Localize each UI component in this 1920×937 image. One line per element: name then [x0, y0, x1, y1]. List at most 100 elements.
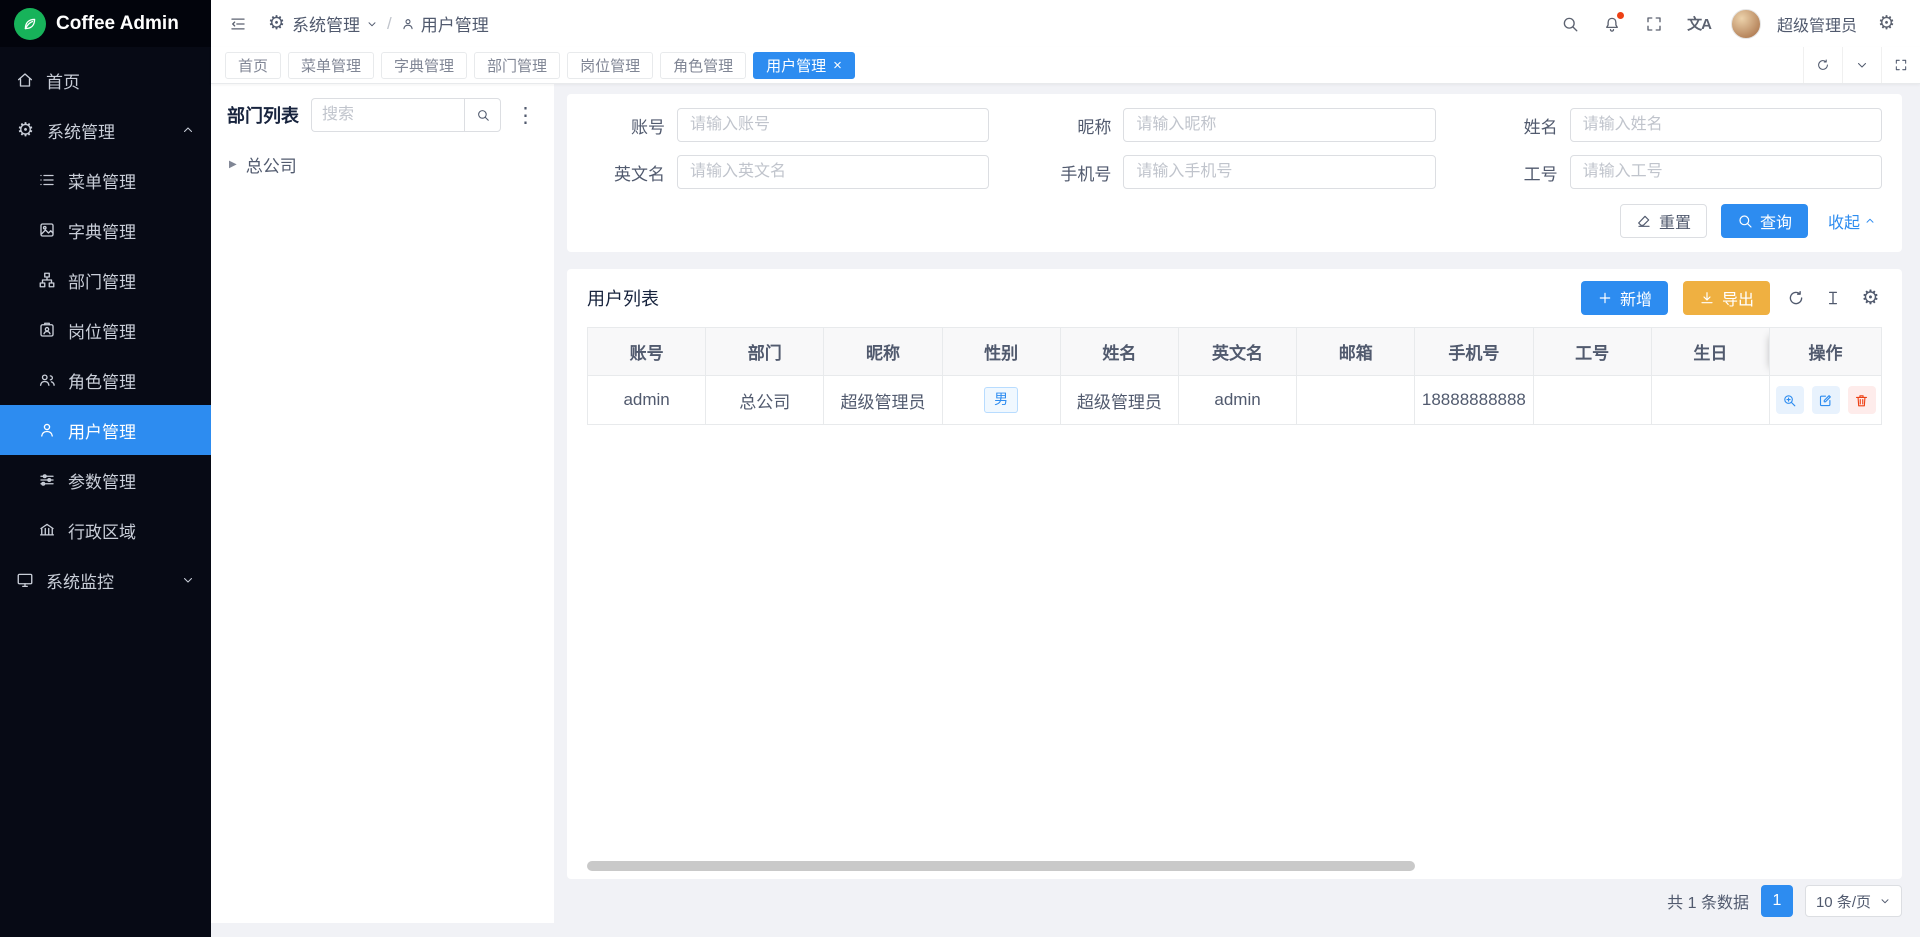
- sidebar-item-role-mgmt[interactable]: 角色管理: [0, 355, 211, 405]
- tab-menu-mgmt[interactable]: 菜单管理: [288, 52, 374, 79]
- plus-icon: [1597, 290, 1613, 306]
- page-button-1[interactable]: 1: [1761, 885, 1793, 917]
- app-window: Coffee Admin 首页 ⚙ 系统管理 菜单管理 字典管理 部: [0, 0, 1920, 937]
- sidebar-item-menu-mgmt[interactable]: 菜单管理: [0, 155, 211, 205]
- gear-icon: ⚙: [1877, 14, 1896, 33]
- add-user-button[interactable]: 新增: [1581, 281, 1668, 315]
- row-actions: [1771, 386, 1880, 414]
- sidebar-item-label: 岗位管理: [68, 318, 136, 343]
- sidebar-group-label: 系统管理: [47, 118, 115, 143]
- view-user-button[interactable]: [1776, 386, 1804, 414]
- sidebar-item-param-mgmt[interactable]: 参数管理: [0, 455, 211, 505]
- sidebar: Coffee Admin 首页 ⚙ 系统管理 菜单管理 字典管理 部: [0, 0, 211, 937]
- home-icon: [16, 71, 34, 89]
- notification-button[interactable]: [1599, 11, 1625, 37]
- sidebar-item-dept-mgmt[interactable]: 部门管理: [0, 255, 211, 305]
- export-label: 导出: [1722, 286, 1754, 310]
- name-input[interactable]: [1570, 108, 1882, 142]
- header-actions: 操作: [1770, 328, 1882, 376]
- reset-eraser-icon: [1636, 213, 1652, 229]
- reset-button[interactable]: 重置: [1620, 204, 1707, 238]
- expand-icon: [1894, 58, 1908, 72]
- cell-account: admin: [588, 376, 706, 425]
- nickname-input[interactable]: [1123, 108, 1435, 142]
- table-horizontal-scrollbar[interactable]: [587, 861, 1415, 871]
- tab-close-icon[interactable]: ×: [833, 58, 842, 73]
- work-area: 账号 昵称 姓名 英文名: [554, 84, 1920, 923]
- sidebar-group-label: 系统监控: [46, 568, 114, 593]
- gear-icon: ⚙: [1861, 288, 1880, 308]
- table-refresh-button[interactable]: [1785, 287, 1807, 309]
- sidebar-item-home[interactable]: 首页: [0, 55, 211, 105]
- sidebar-item-dict-mgmt[interactable]: 字典管理: [0, 205, 211, 255]
- role-users-icon: [38, 371, 56, 389]
- tabs-dropdown-button[interactable]: [1842, 47, 1881, 83]
- table-settings-button[interactable]: ⚙: [1859, 286, 1882, 310]
- sidebar-group-monitor[interactable]: 系统监控: [0, 555, 211, 605]
- tab-user-mgmt[interactable]: 用户管理 ×: [753, 52, 855, 79]
- sidebar-item-region[interactable]: 行政区域: [0, 505, 211, 555]
- sidebar-item-user-mgmt[interactable]: 用户管理: [0, 405, 211, 455]
- gear-icon: ⚙: [16, 121, 35, 140]
- dept-search-input[interactable]: [311, 98, 464, 132]
- cell-birthday: [1651, 376, 1769, 425]
- cell-gender: 男: [942, 376, 1060, 425]
- content-fullscreen-button[interactable]: [1881, 47, 1920, 83]
- name-label: 姓名: [1480, 113, 1558, 138]
- account-input[interactable]: [677, 108, 989, 142]
- main-area: ⚙ 系统管理 / 用户管理: [211, 0, 1920, 937]
- notification-dot: [1617, 12, 1624, 19]
- tab-label: 部门管理: [487, 55, 547, 76]
- department-panel: 部门列表 ⋮ ▶ 总公司: [211, 84, 554, 923]
- cell-department: 总公司: [706, 376, 824, 425]
- delete-user-button[interactable]: [1848, 386, 1876, 414]
- tab-dept-mgmt[interactable]: 部门管理: [474, 52, 560, 79]
- tab-post-mgmt[interactable]: 岗位管理: [567, 52, 653, 79]
- sidebar-item-label: 用户管理: [68, 418, 136, 443]
- chevron-up-icon: [1864, 215, 1876, 227]
- user-table-card: 用户列表 新增 导出: [567, 269, 1902, 879]
- tab-role-mgmt[interactable]: 角色管理: [660, 52, 746, 79]
- parameter-sliders-icon: [38, 471, 56, 489]
- fullscreen-button[interactable]: [1641, 11, 1667, 37]
- avatar[interactable]: [1731, 9, 1761, 39]
- chevron-down-icon: [366, 18, 378, 30]
- tab-dict-mgmt[interactable]: 字典管理: [381, 52, 467, 79]
- dept-more-button[interactable]: ⋮: [513, 105, 538, 126]
- tree-node-label: 总公司: [246, 152, 297, 177]
- total-count-label: 共 1 条数据: [1667, 889, 1749, 913]
- job-number-input[interactable]: [1570, 155, 1882, 189]
- sidebar-item-post-mgmt[interactable]: 岗位管理: [0, 305, 211, 355]
- tab-label: 用户管理: [766, 55, 826, 76]
- sidebar-item-label: 参数管理: [68, 468, 136, 493]
- query-button[interactable]: 查询: [1721, 204, 1808, 238]
- collapse-filter-button[interactable]: 收起: [1822, 208, 1882, 234]
- export-button[interactable]: 导出: [1683, 281, 1770, 315]
- translate-button[interactable]: 文A: [1683, 9, 1715, 38]
- cell-english-name: admin: [1178, 376, 1296, 425]
- sidebar-group-system[interactable]: ⚙ 系统管理: [0, 105, 211, 155]
- table-header-row: 账号 部门 昵称 性别 姓名 英文名 邮箱 手机号 工号 生日 操作: [588, 328, 1882, 376]
- post-badge-icon: [38, 321, 56, 339]
- tree-node-company[interactable]: ▶ 总公司: [227, 148, 538, 181]
- header-phone: 手机号: [1415, 328, 1533, 376]
- page-size-select[interactable]: 10 条/页: [1805, 885, 1902, 917]
- tab-home[interactable]: 首页: [225, 52, 281, 79]
- header-search-button[interactable]: [1557, 11, 1583, 37]
- sidebar-collapse-button[interactable]: [225, 11, 251, 37]
- english-name-input[interactable]: [677, 155, 989, 189]
- tabs-refresh-button[interactable]: [1803, 47, 1842, 83]
- tab-bar: 首页 菜单管理 字典管理 部门管理 岗位管理 角色管理 用户管理 ×: [211, 47, 1920, 84]
- refresh-icon: [1816, 58, 1830, 72]
- sidebar-item-label: 菜单管理: [68, 168, 136, 193]
- dept-search-button[interactable]: [464, 98, 501, 132]
- breadcrumb-system[interactable]: ⚙ 系统管理: [267, 11, 378, 36]
- user-icon: [38, 421, 56, 439]
- breadcrumb: ⚙ 系统管理 / 用户管理: [267, 11, 489, 36]
- table-row-height-button[interactable]: [1822, 287, 1844, 309]
- edit-user-button[interactable]: [1812, 386, 1840, 414]
- settings-button[interactable]: ⚙: [1873, 10, 1900, 37]
- phone-input[interactable]: [1123, 155, 1435, 189]
- tree-caret-icon[interactable]: ▶: [229, 159, 237, 170]
- header-department: 部门: [706, 328, 824, 376]
